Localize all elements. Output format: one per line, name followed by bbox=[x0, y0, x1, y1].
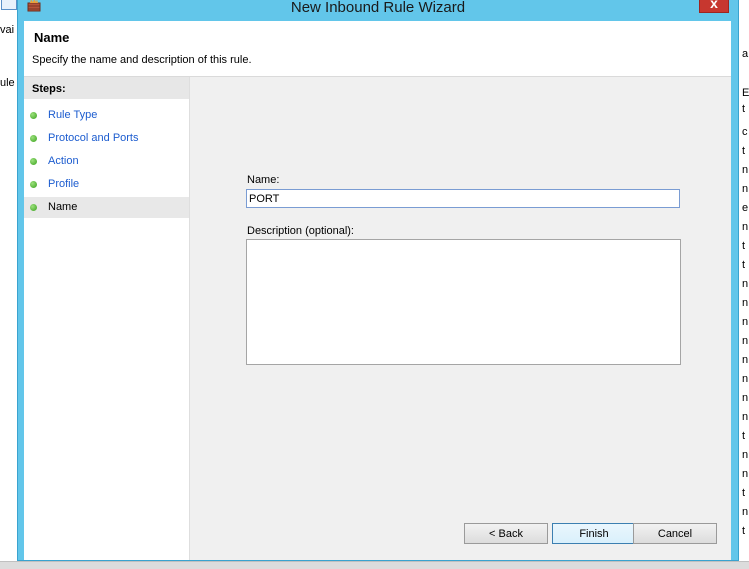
background-text-fragment: n bbox=[742, 164, 749, 176]
step-complete-icon bbox=[30, 181, 37, 188]
step-label[interactable]: Protocol and Ports bbox=[48, 132, 139, 144]
wizard-header: Name Specify the name and description of… bbox=[24, 21, 731, 77]
background-text-fragment: n bbox=[742, 392, 749, 404]
background-text-fragment: n bbox=[742, 506, 749, 518]
background-text-fragment: n bbox=[742, 221, 749, 233]
background-text-fragment: n bbox=[742, 373, 749, 385]
background-text-fragment: n bbox=[742, 316, 749, 328]
step-protocol-and-ports[interactable]: Protocol and Ports bbox=[24, 128, 189, 149]
background-text-fragment: t bbox=[742, 430, 746, 442]
background-text-fragment: vai bbox=[0, 24, 15, 36]
background-text-fragment: n bbox=[742, 278, 749, 290]
background-text-fragment: n bbox=[742, 468, 749, 480]
background-text-fragment: c bbox=[742, 126, 748, 138]
wizard-client-area: Name Specify the name and description of… bbox=[24, 21, 731, 560]
step-complete-icon bbox=[30, 112, 37, 119]
background-window-icon bbox=[1, 0, 17, 10]
background-text-fragment: n bbox=[742, 449, 749, 461]
step-label[interactable]: Rule Type bbox=[48, 109, 97, 121]
background-text-fragment: t bbox=[742, 487, 746, 499]
background-text-fragment: t bbox=[742, 240, 746, 252]
close-icon: x bbox=[710, 0, 718, 11]
form-area: Name: Description (optional): < Back Fin… bbox=[190, 77, 731, 560]
step-profile[interactable]: Profile bbox=[24, 174, 189, 195]
background-text-fragment: E bbox=[742, 87, 749, 99]
step-action[interactable]: Action bbox=[24, 151, 189, 172]
description-label: Description (optional): bbox=[247, 225, 354, 237]
step-label[interactable]: Action bbox=[48, 155, 79, 167]
cancel-button[interactable]: Cancel bbox=[633, 523, 717, 544]
rule-description-textarea[interactable] bbox=[246, 239, 681, 365]
step-current-icon bbox=[30, 204, 37, 211]
background-text-fragment: n bbox=[742, 183, 749, 195]
background-text-fragment: n bbox=[742, 411, 749, 423]
window-title: New Inbound Rule Wizard bbox=[290, 0, 466, 16]
background-text-fragment: n bbox=[742, 354, 749, 366]
background-text-fragment: e bbox=[742, 202, 749, 214]
background-text-fragment: n bbox=[742, 335, 749, 347]
wizard-window: New Inbound Rule Wizard x Name Specify t… bbox=[17, 0, 739, 561]
step-rule-type[interactable]: Rule Type bbox=[24, 105, 189, 126]
rule-name-input[interactable] bbox=[246, 189, 680, 208]
background-text-fragment: t bbox=[742, 525, 746, 537]
step-label[interactable]: Profile bbox=[48, 178, 79, 190]
name-label: Name: bbox=[247, 174, 280, 186]
background-text-fragment: n bbox=[742, 297, 749, 309]
step-label: Name bbox=[48, 201, 78, 213]
background-text-fragment: t bbox=[742, 103, 746, 115]
steps-heading: Steps: bbox=[32, 83, 66, 95]
background-text-fragment: t bbox=[742, 145, 746, 157]
close-button[interactable]: x bbox=[699, 0, 729, 13]
page-subtitle: Specify the name and description of this… bbox=[32, 54, 252, 66]
steps-panel: Steps: Rule Type Protocol and Ports Acti… bbox=[24, 77, 190, 560]
finish-button[interactable]: Finish bbox=[552, 523, 636, 544]
step-complete-icon bbox=[30, 158, 37, 165]
page-title: Name bbox=[34, 30, 70, 45]
back-button[interactable]: < Back bbox=[464, 523, 548, 544]
step-complete-icon bbox=[30, 135, 37, 142]
background-text-fragment: a bbox=[742, 48, 749, 60]
step-name-current: Name bbox=[24, 197, 189, 218]
background-text-fragment: ule bbox=[0, 77, 15, 89]
background-text-fragment: t bbox=[742, 259, 746, 271]
title-bar[interactable]: New Inbound Rule Wizard x bbox=[18, 0, 738, 21]
steps-heading-bar: Steps: bbox=[24, 77, 189, 99]
